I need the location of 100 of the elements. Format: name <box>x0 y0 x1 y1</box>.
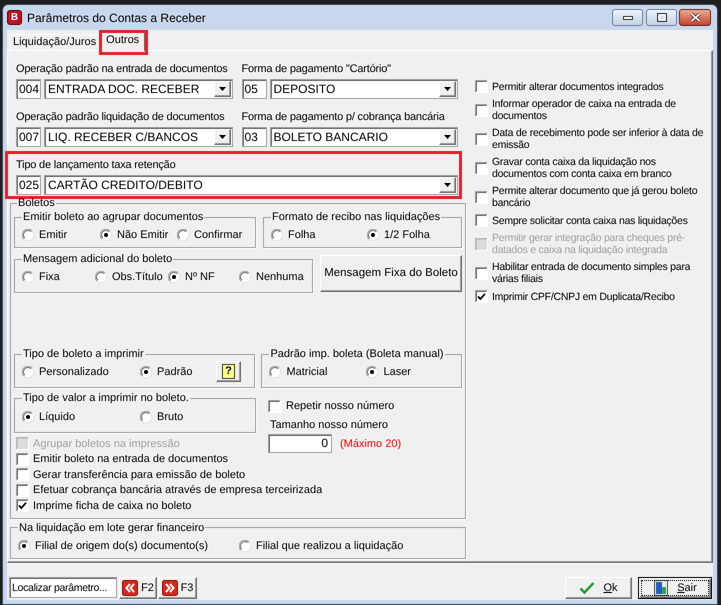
close-button[interactable] <box>679 9 711 26</box>
field-label: Tipo de lançamento taxa retenção <box>16 158 177 172</box>
checkbox-label: Permite alterar documento que já gerou boleto bancário <box>492 185 698 209</box>
checkbox[interactable] <box>475 190 488 204</box>
radio-label: Confirmar <box>194 228 242 242</box>
search-field[interactable]: Localizar parâmetro... <box>9 577 117 598</box>
minimize-icon <box>622 16 632 20</box>
help-button[interactable]: ? <box>216 361 241 382</box>
double-chevron-left-icon <box>122 580 138 596</box>
group-title: Mensagem adicional do boleto <box>22 253 174 265</box>
code-field[interactable]: 03 <box>242 127 266 147</box>
radio-label: 1/2 Folha <box>384 228 430 242</box>
checkbox[interactable] <box>268 400 281 412</box>
checkbox[interactable] <box>475 290 488 303</box>
checkbox-label: Informar operador de caixa na entrada de documentos <box>492 98 677 122</box>
checkbox[interactable] <box>475 104 488 116</box>
previous-button[interactable]: F2 <box>119 577 157 599</box>
dropdown-field[interactable]: LIQ. RECEBER C/BANCOS <box>44 127 232 147</box>
tab[interactable]: Liquidação/Juros <box>9 34 100 50</box>
dropdown-field[interactable]: ENTRADA DOC. RECEBER <box>44 79 232 99</box>
ok-button[interactable]: Ok <box>565 577 632 599</box>
radio-label: Não Emitir <box>117 228 168 242</box>
radio-button[interactable] <box>140 366 152 378</box>
checkbox-label: Emitir boleto na entrada de documentos <box>33 452 228 466</box>
fixed-message-button[interactable]: Mensagem Fixa do Boleto <box>320 255 462 292</box>
radio-label: Folha <box>288 228 316 242</box>
code-field[interactable]: 004 <box>16 79 41 99</box>
checkbox-label: Permitir alterar documentos integrados <box>492 80 664 92</box>
field-label: Operação padrão na entrada de documentos <box>16 62 229 76</box>
number-field[interactable]: 0 <box>268 434 332 453</box>
radio-button[interactable] <box>140 411 152 423</box>
radio-button[interactable] <box>22 229 34 241</box>
checkbox-label: Repetir nosso número <box>286 399 394 413</box>
limit-note: (Máximo 20) <box>340 436 402 450</box>
minimize-button[interactable] <box>612 9 643 26</box>
checkbox-label: Permitir gerar integração para cheques pré-datados e caixa na liquidação integrada <box>492 232 686 256</box>
checkbox[interactable] <box>475 80 488 93</box>
checkbox-label: Gerar transferência para emissão de boleto <box>33 468 246 482</box>
dropdown-button[interactable] <box>214 129 230 145</box>
checkbox-label: Agrupar boletos na impressão <box>33 436 180 451</box>
window-title: Parâmetros do Contas a Receber <box>27 10 206 26</box>
radio-button[interactable] <box>18 540 30 552</box>
checkbox[interactable] <box>475 162 488 174</box>
radio-label: Líquido <box>39 410 76 424</box>
group-title: Tipo de valor a imprimir no boleto. <box>22 392 190 404</box>
radio-button[interactable] <box>366 366 378 378</box>
maximize-icon <box>656 13 666 22</box>
radio-button[interactable] <box>22 411 34 423</box>
checkbox[interactable] <box>475 266 488 280</box>
group-title: Emitir boleto ao agrupar documentos <box>22 211 204 223</box>
dropdown-button[interactable] <box>439 129 456 145</box>
checkbox-label: Efetuar cobrança bancária através de empresa terceirizada <box>33 483 322 498</box>
code-field[interactable]: 025 <box>16 175 41 195</box>
code-field[interactable]: 007 <box>16 127 41 147</box>
caret-down-icon <box>218 87 226 91</box>
radio-label: Filial de origem do(s) documento(s) <box>35 538 208 552</box>
dropdown-button[interactable] <box>439 81 456 97</box>
dropdown-button[interactable] <box>214 81 230 97</box>
checkbox[interactable] <box>475 132 488 146</box>
radio-label: Fixa <box>39 270 60 284</box>
radio-button[interactable] <box>177 229 189 241</box>
double-chevron-right-icon <box>162 580 178 596</box>
checkbox[interactable] <box>16 452 29 466</box>
radio-button[interactable] <box>269 366 282 378</box>
group-title: Padrão imp. boleta (Boleta manual) <box>269 348 444 360</box>
checkbox[interactable] <box>16 484 29 497</box>
dropdown-field[interactable]: BOLETO BANCARIO <box>270 127 458 147</box>
radio-button[interactable] <box>367 229 379 241</box>
group-title: Formato de recibo nas liquidações <box>271 211 442 223</box>
radio-label: Padrão <box>157 364 192 378</box>
door-icon <box>653 580 670 596</box>
radio-label: Personalizado <box>39 364 109 378</box>
radio-label: Laser <box>383 364 411 378</box>
checkbox[interactable] <box>475 214 488 227</box>
radio-button[interactable] <box>271 229 283 241</box>
radio-button[interactable] <box>239 271 251 283</box>
code-field[interactable]: 05 <box>242 79 266 99</box>
dropdown-field[interactable]: DEPOSITO <box>270 79 458 99</box>
dropdown-button[interactable] <box>439 177 456 193</box>
maximize-button[interactable] <box>646 9 677 26</box>
checkbox-label: Imprime ficha de caixa no boleto <box>33 498 192 513</box>
dropdown-field[interactable]: CARTÃO CREDITO/DEBITO <box>44 175 458 195</box>
field-label: Forma de pagamento p/ cobrança bancária <box>242 110 446 124</box>
radio-button[interactable] <box>239 540 251 552</box>
radio-label: Nº NF <box>185 270 215 284</box>
caret-down-icon <box>444 87 451 91</box>
next-button[interactable]: F3 <box>158 577 197 599</box>
checkbox[interactable] <box>16 499 29 512</box>
checkbox-label: Sempre solicitar conta caixa nas liquidações <box>492 214 689 226</box>
checkbox-label: Imprimir CPF/CNPJ em Duplicata/Recibo <box>492 290 676 302</box>
radio-button[interactable] <box>22 366 34 378</box>
radio-button[interactable] <box>22 271 34 283</box>
radio-button[interactable] <box>95 271 107 283</box>
radio-label: Bruto <box>157 410 184 424</box>
group-title: Tipo de boleto a imprimir <box>22 348 145 360</box>
radio-button[interactable] <box>168 271 180 283</box>
checkbox[interactable] <box>16 468 29 482</box>
radio-button[interactable] <box>100 229 112 241</box>
field-label: Forma de pagamento "Cartório" <box>242 62 392 76</box>
exit-button[interactable]: Sair <box>638 577 712 599</box>
